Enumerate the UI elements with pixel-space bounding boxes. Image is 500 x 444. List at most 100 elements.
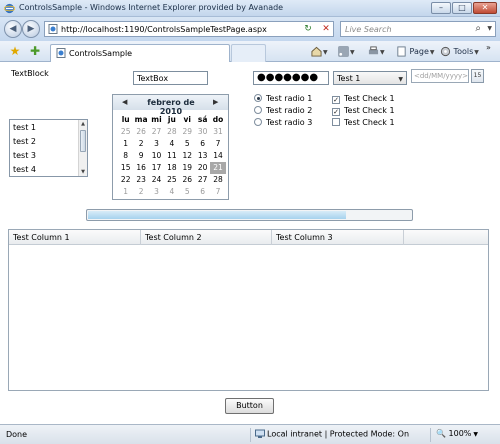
calendar-day[interactable]: 9 [133, 150, 148, 162]
date-picker-input[interactable]: <dd/MM/yyyy> [411, 69, 469, 83]
calendar-day[interactable]: 14 [210, 150, 225, 162]
calendar-day[interactable]: 7 [210, 186, 225, 198]
list-scrollbar[interactable]: ▲ ▼ [78, 120, 87, 176]
next-month-icon[interactable]: ▶ [213, 98, 218, 106]
calendar-day[interactable]: 18 [164, 162, 179, 174]
add-favorite-icon[interactable]: ✚ [28, 44, 42, 58]
calendar-day[interactable]: 4 [164, 138, 179, 150]
combo-box[interactable]: Test 1 ▼ [333, 71, 407, 85]
calendar-day[interactable]: 29 [180, 126, 195, 138]
calendar-day[interactable]: 4 [164, 186, 179, 198]
list-item[interactable]: test 2 [13, 137, 36, 146]
weekday-label: lu [121, 115, 130, 124]
list-item[interactable]: test 4 [13, 165, 36, 174]
calendar-day[interactable]: 28 [210, 174, 225, 186]
password-box[interactable]: ●●●●●●● [253, 71, 329, 85]
calendar-day[interactable]: 3 [149, 186, 164, 198]
calendar-day[interactable]: 10 [149, 150, 164, 162]
calendar-day[interactable]: 6 [195, 186, 210, 198]
list-item[interactable]: test 3 [13, 151, 36, 160]
address-url: http://localhost:1190/ControlsSampleTest… [61, 25, 267, 34]
calendar-day[interactable]: 13 [195, 150, 210, 162]
calendar-day[interactable]: 11 [164, 150, 179, 162]
calendar-day[interactable]: 27 [195, 174, 210, 186]
checkbox-test-3[interactable]: Test Check 1 [332, 117, 395, 129]
calendar-day[interactable]: 22 [118, 174, 133, 186]
calendar-day[interactable]: 23 [133, 174, 148, 186]
tools-menu[interactable]: Tools▼ [440, 45, 479, 59]
column-header[interactable]: Test Column 3 [272, 230, 404, 245]
chevron-down-icon[interactable]: ▼ [487, 25, 492, 32]
calendar-day[interactable]: 26 [180, 174, 195, 186]
maximize-button[interactable]: □ [452, 2, 472, 14]
scroll-thumb[interactable] [80, 130, 86, 152]
calendar-day[interactable]: 27 [149, 126, 164, 138]
address-bar[interactable]: http://localhost:1190/ControlsSampleTest… [44, 21, 334, 37]
calendar-day[interactable]: 24 [149, 174, 164, 186]
page-icon [48, 24, 58, 34]
scroll-up-icon[interactable]: ▲ [79, 120, 87, 128]
calendar-day[interactable]: 28 [164, 126, 179, 138]
search-placeholder: Live Search [345, 25, 392, 34]
calendar-day[interactable]: 17 [149, 162, 164, 174]
feeds-icon[interactable]: ▼ [338, 45, 355, 59]
column-header[interactable]: Test Column 2 [141, 230, 272, 245]
calendar-day[interactable]: 2 [133, 138, 148, 150]
checkbox-label: Test Check 1 [344, 106, 395, 115]
calendar-day[interactable]: 5 [180, 138, 195, 150]
close-button[interactable]: ✕ [473, 2, 497, 14]
list-item[interactable]: test 1 [13, 123, 36, 132]
radio-test-1[interactable]: Test radio 1 [254, 93, 312, 105]
security-zone[interactable]: Local intranet | Protected Mode: On [255, 429, 409, 439]
calendar-icon[interactable]: 15 [471, 69, 484, 83]
forward-button[interactable]: ▶ [22, 20, 40, 38]
calendar-day[interactable]: 2 [133, 186, 148, 198]
tab-controls-sample[interactable]: ControlsSample [50, 44, 230, 62]
new-tab-button[interactable] [231, 44, 266, 62]
print-icon[interactable]: ▼ [368, 45, 385, 59]
calendar-week: 1234567 [118, 186, 226, 198]
refresh-icon[interactable]: ↻ [300, 22, 316, 36]
calendar-day[interactable]: 7 [210, 138, 225, 150]
button[interactable]: Button [225, 398, 274, 414]
back-button[interactable]: ◀ [4, 20, 22, 38]
checkbox-test-2[interactable]: ✓ Test Check 1 [332, 105, 395, 117]
calendar-day[interactable]: 25 [164, 174, 179, 186]
calendar-day[interactable]: 26 [133, 126, 148, 138]
calendar-day[interactable]: 1 [118, 186, 133, 198]
page-menu[interactable]: Page▼ [396, 45, 435, 59]
stop-icon[interactable]: ✕ [318, 22, 334, 36]
calendar-day[interactable]: 5 [180, 186, 195, 198]
calendar-day[interactable]: 20 [195, 162, 210, 174]
radio-test-2[interactable]: Test radio 2 [254, 105, 312, 117]
radio-label: Test radio 3 [266, 118, 313, 127]
search-input[interactable]: Live Search ⌕ ▼ [340, 21, 496, 37]
data-grid[interactable]: Test Column 1 Test Column 2 Test Column … [8, 229, 489, 391]
calendar-day[interactable]: 6 [195, 138, 210, 150]
calendar-day[interactable]: 21 [210, 162, 226, 174]
prev-month-icon[interactable]: ◀ [122, 98, 127, 106]
calendar-day[interactable]: 30 [195, 126, 210, 138]
column-header[interactable]: Test Column 1 [9, 230, 141, 245]
minimize-button[interactable]: – [431, 2, 451, 14]
calendar-day[interactable]: 3 [149, 138, 164, 150]
favorites-star-icon[interactable]: ★ [8, 44, 22, 58]
text-box[interactable]: TextBox [133, 71, 208, 85]
search-icon[interactable]: ⌕ [475, 23, 481, 34]
home-icon[interactable]: ▼ [311, 45, 328, 59]
calendar-day[interactable]: 16 [133, 162, 148, 174]
calendar-day[interactable]: 31 [210, 126, 225, 138]
checkbox-test-1[interactable]: ✓ Test Check 1 [332, 93, 395, 105]
status-divider [430, 428, 431, 442]
calendar-day[interactable]: 1 [118, 138, 133, 150]
list-box[interactable]: test 1 test 2 test 3 test 4 ▲ ▼ [9, 119, 88, 177]
calendar-day[interactable]: 25 [118, 126, 133, 138]
calendar-day[interactable]: 19 [180, 162, 195, 174]
zoom-control[interactable]: 🔍 100% ▼ [436, 429, 478, 438]
chevron-right-icon[interactable]: » [486, 43, 491, 52]
calendar-day[interactable]: 15 [118, 162, 133, 174]
calendar-day[interactable]: 8 [118, 150, 133, 162]
scroll-down-icon[interactable]: ▼ [79, 168, 87, 176]
radio-test-3[interactable]: Test radio 3 [254, 117, 312, 129]
calendar-day[interactable]: 12 [180, 150, 195, 162]
